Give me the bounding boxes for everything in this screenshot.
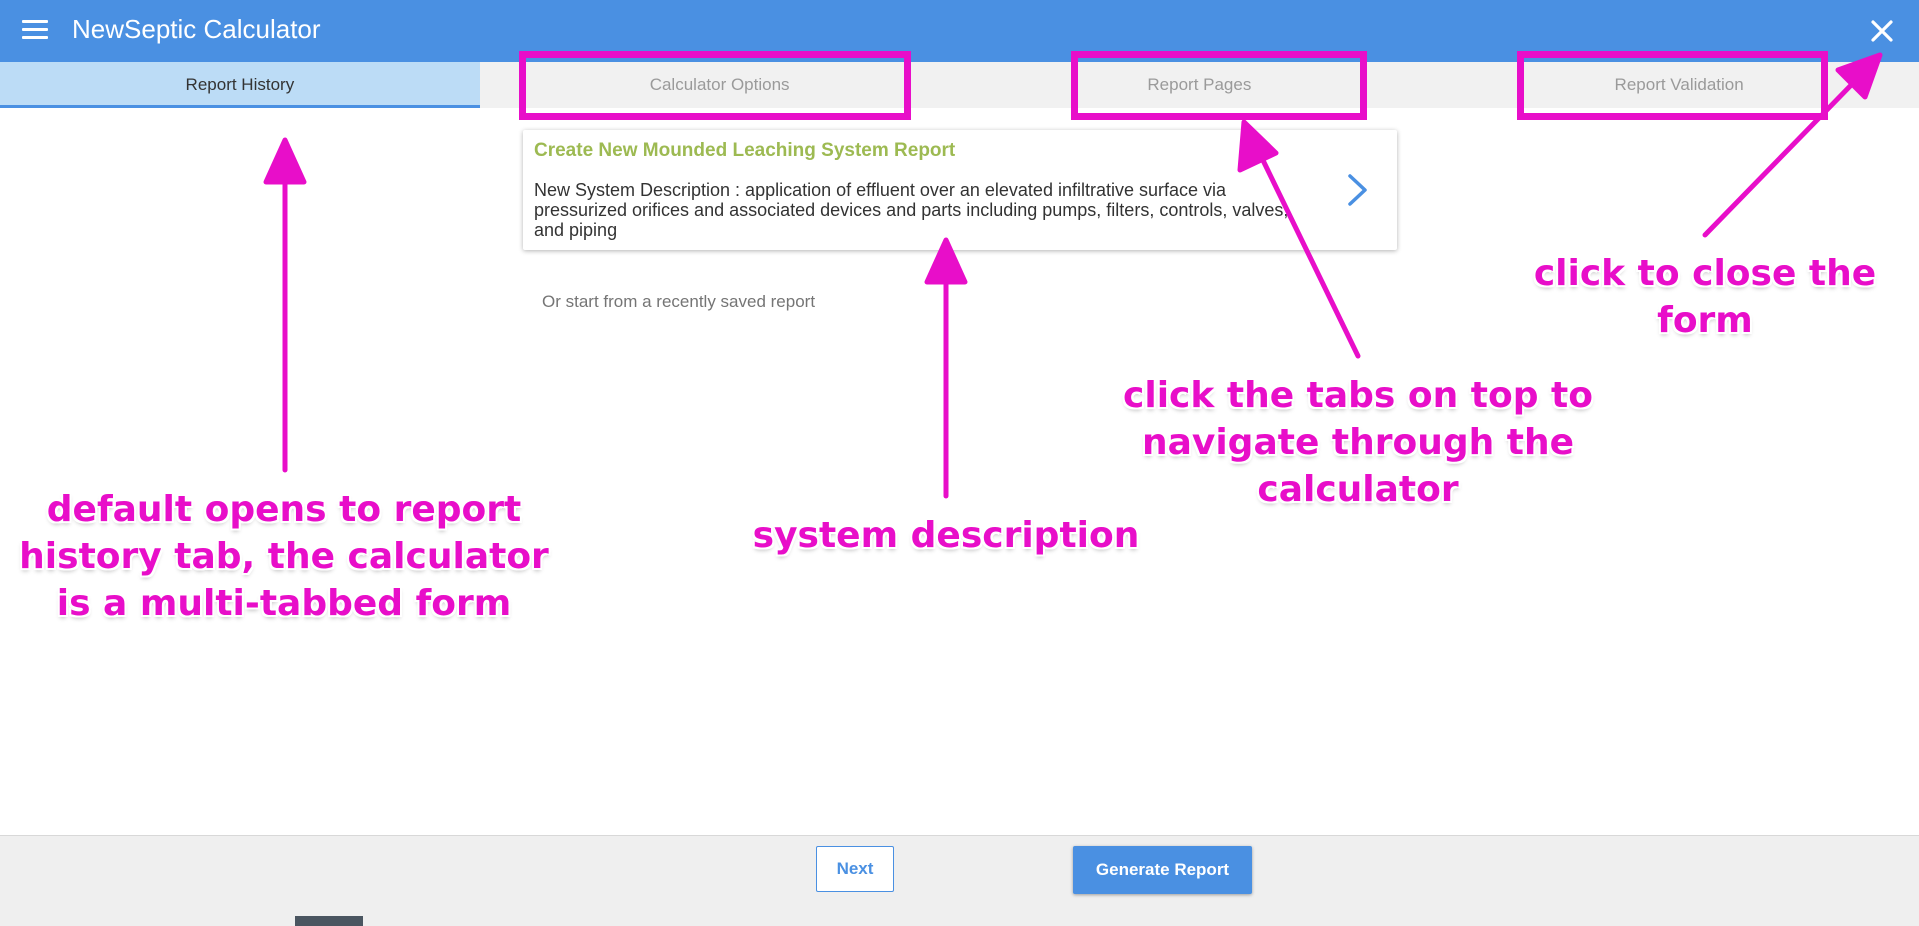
app-header: NewSeptic Calculator — [0, 0, 1919, 62]
tab-report-pages[interactable]: Report Pages — [960, 62, 1440, 108]
annotation-system-description: system description — [752, 515, 1140, 556]
annotation-close-form: click to close the form — [1533, 253, 1877, 341]
annotation-tabs-navigation: click the tabs on top to navigate throug… — [1123, 375, 1593, 510]
tab-calculator-options[interactable]: Calculator Options — [480, 62, 960, 108]
footer-bar: Next Generate Report — [0, 835, 1919, 926]
tab-bar: Report History Calculator Options Report… — [0, 62, 1919, 108]
app-title: NewSeptic Calculator — [72, 14, 321, 44]
annotation-report-history: default opens to report history tab, the… — [19, 489, 549, 624]
next-button[interactable]: Next — [816, 846, 894, 892]
card-title: Create New Mounded Leaching System Repor… — [534, 140, 956, 161]
system-description: New System Description : application of … — [534, 180, 1289, 240]
create-report-card[interactable]: Create New Mounded Leaching System Repor… — [523, 130, 1397, 250]
tab-report-history[interactable]: Report History — [0, 62, 480, 108]
chevron-right-icon[interactable] — [1345, 170, 1371, 210]
hamburger-menu-icon[interactable] — [22, 20, 48, 42]
tab-report-validation[interactable]: Report Validation — [1439, 62, 1919, 108]
recent-reports-text: Or start from a recently saved report — [542, 292, 816, 311]
generate-report-button[interactable]: Generate Report — [1073, 846, 1252, 894]
close-icon[interactable] — [1867, 16, 1897, 46]
